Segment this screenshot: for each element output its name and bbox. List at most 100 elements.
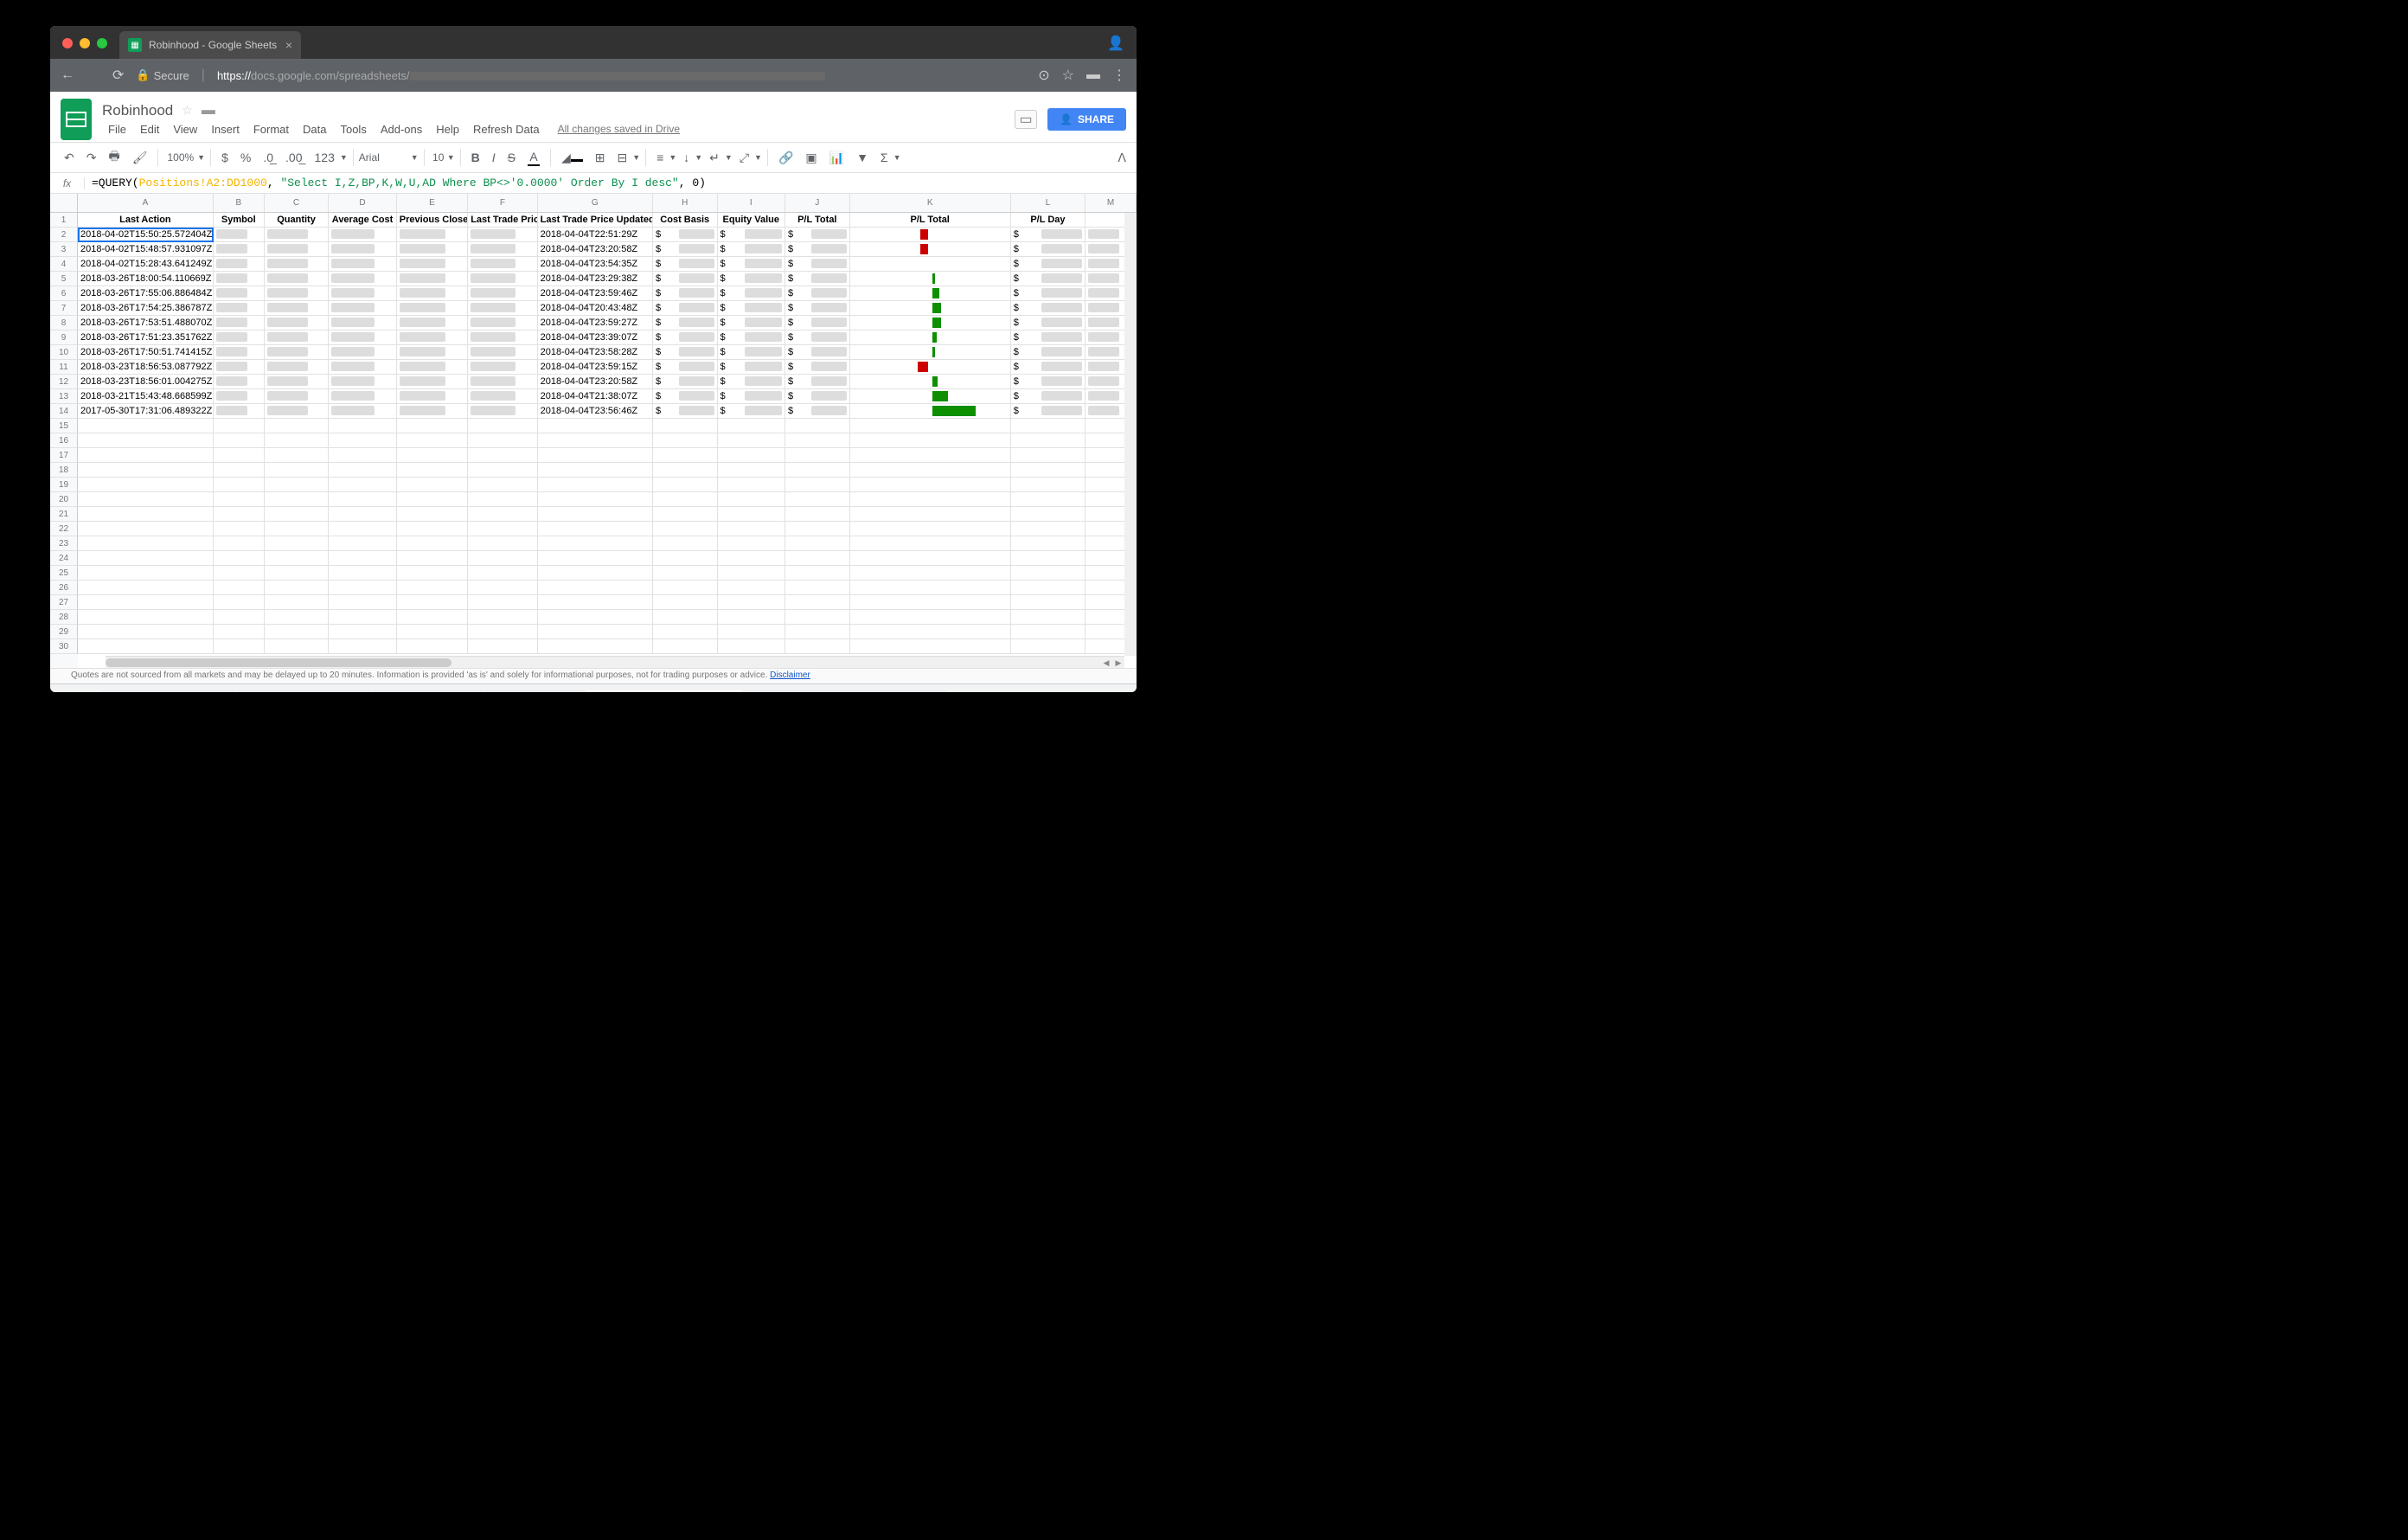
menu-format[interactable]: Format xyxy=(247,121,295,138)
cell[interactable] xyxy=(265,228,330,242)
cell[interactable] xyxy=(397,360,468,375)
chart-button[interactable]: 📊 xyxy=(824,147,849,169)
cell[interactable] xyxy=(718,566,785,581)
row-header[interactable]: 9 xyxy=(50,330,78,345)
cell[interactable] xyxy=(265,522,330,536)
cell[interactable] xyxy=(850,419,1011,433)
cell[interactable]: $ xyxy=(1011,228,1086,242)
cell[interactable] xyxy=(214,375,265,389)
cell[interactable] xyxy=(850,448,1011,463)
cell[interactable] xyxy=(78,419,214,433)
cell[interactable] xyxy=(653,536,718,551)
cell[interactable] xyxy=(397,463,468,478)
cell[interactable] xyxy=(329,286,396,301)
cell[interactable]: $ xyxy=(785,286,850,301)
cell[interactable] xyxy=(653,448,718,463)
cell[interactable] xyxy=(468,448,537,463)
cell[interactable]: $ xyxy=(718,389,785,404)
cell[interactable] xyxy=(397,551,468,566)
col-header-D[interactable]: D xyxy=(329,194,396,212)
cell[interactable]: $ xyxy=(1011,345,1086,360)
cell[interactable] xyxy=(214,507,265,522)
cell[interactable] xyxy=(850,228,1011,242)
row-header[interactable]: 4 xyxy=(50,257,78,272)
cell[interactable] xyxy=(850,330,1011,345)
cell[interactable] xyxy=(265,639,330,654)
cell[interactable] xyxy=(214,301,265,316)
cell[interactable] xyxy=(397,345,468,360)
cell[interactable] xyxy=(468,463,537,478)
cell[interactable] xyxy=(265,507,330,522)
cell[interactable] xyxy=(214,272,265,286)
disclaimer-link[interactable]: Disclaimer xyxy=(770,671,810,680)
cell[interactable] xyxy=(538,610,653,625)
cell[interactable] xyxy=(850,389,1011,404)
cell[interactable] xyxy=(785,625,850,639)
cell[interactable] xyxy=(850,272,1011,286)
text-color-button[interactable]: A xyxy=(522,146,545,170)
cell[interactable] xyxy=(329,463,396,478)
extension-icon[interactable]: ▬ xyxy=(1086,67,1100,83)
secure-indicator[interactable]: 🔒 Secure xyxy=(136,68,189,82)
row-header[interactable]: 25 xyxy=(50,566,78,581)
maximize-window-button[interactable] xyxy=(97,38,107,48)
cell[interactable] xyxy=(468,581,537,595)
cell[interactable] xyxy=(538,566,653,581)
cell[interactable]: $ xyxy=(785,389,850,404)
cell[interactable] xyxy=(718,478,785,492)
cell[interactable]: $ xyxy=(785,375,850,389)
cell[interactable] xyxy=(468,242,537,257)
menu-refresh-data[interactable]: Refresh Data xyxy=(467,121,546,138)
cell[interactable]: $ xyxy=(653,404,718,419)
cell[interactable] xyxy=(329,419,396,433)
cell[interactable]: $ xyxy=(718,404,785,419)
col-header-J[interactable]: J xyxy=(785,194,850,212)
cell[interactable] xyxy=(397,419,468,433)
cell[interactable]: $ xyxy=(785,272,850,286)
row-header[interactable]: 5 xyxy=(50,272,78,286)
cell[interactable] xyxy=(329,507,396,522)
cell[interactable] xyxy=(397,389,468,404)
cell[interactable] xyxy=(397,507,468,522)
cell[interactable] xyxy=(214,595,265,610)
cell[interactable]: 2018-04-04T23:56:46Z xyxy=(538,404,653,419)
cell[interactable]: $ xyxy=(718,316,785,330)
cell[interactable]: $ xyxy=(1011,286,1086,301)
menu-help[interactable]: Help xyxy=(430,121,465,138)
cell[interactable] xyxy=(214,330,265,345)
cell[interactable] xyxy=(850,286,1011,301)
cell[interactable] xyxy=(468,360,537,375)
row-header[interactable]: 3 xyxy=(50,242,78,257)
cell[interactable]: $ xyxy=(1011,272,1086,286)
row-header[interactable]: 20 xyxy=(50,492,78,507)
sheet-tab-options-positions[interactable]: Options Positions▼ xyxy=(374,690,484,693)
row-header[interactable]: 2 xyxy=(50,228,78,242)
cell[interactable] xyxy=(78,463,214,478)
col-header-A[interactable]: A xyxy=(78,194,214,212)
cell[interactable] xyxy=(78,448,214,463)
cell[interactable] xyxy=(850,301,1011,316)
menu-add-ons[interactable]: Add-ons xyxy=(375,121,428,138)
borders-button[interactable]: ⊞ xyxy=(590,147,611,169)
cell[interactable] xyxy=(265,375,330,389)
cell[interactable] xyxy=(78,507,214,522)
cell[interactable] xyxy=(850,316,1011,330)
cell[interactable] xyxy=(850,433,1011,448)
row-header[interactable]: 21 xyxy=(50,507,78,522)
cell[interactable] xyxy=(397,566,468,581)
col-header-L[interactable]: L xyxy=(1011,194,1086,212)
cell[interactable] xyxy=(653,433,718,448)
cell[interactable] xyxy=(785,595,850,610)
cell[interactable] xyxy=(214,566,265,581)
back-button[interactable]: ← xyxy=(61,67,74,83)
cell[interactable] xyxy=(718,507,785,522)
cell[interactable] xyxy=(397,286,468,301)
cell[interactable] xyxy=(329,625,396,639)
cell[interactable]: $ xyxy=(718,375,785,389)
row-header[interactable]: 8 xyxy=(50,316,78,330)
col-header-E[interactable]: E xyxy=(397,194,468,212)
cell[interactable] xyxy=(718,639,785,654)
cell[interactable] xyxy=(850,478,1011,492)
increase-decimal-button[interactable]: .00̲ xyxy=(280,147,307,168)
cell[interactable]: $ xyxy=(1011,316,1086,330)
